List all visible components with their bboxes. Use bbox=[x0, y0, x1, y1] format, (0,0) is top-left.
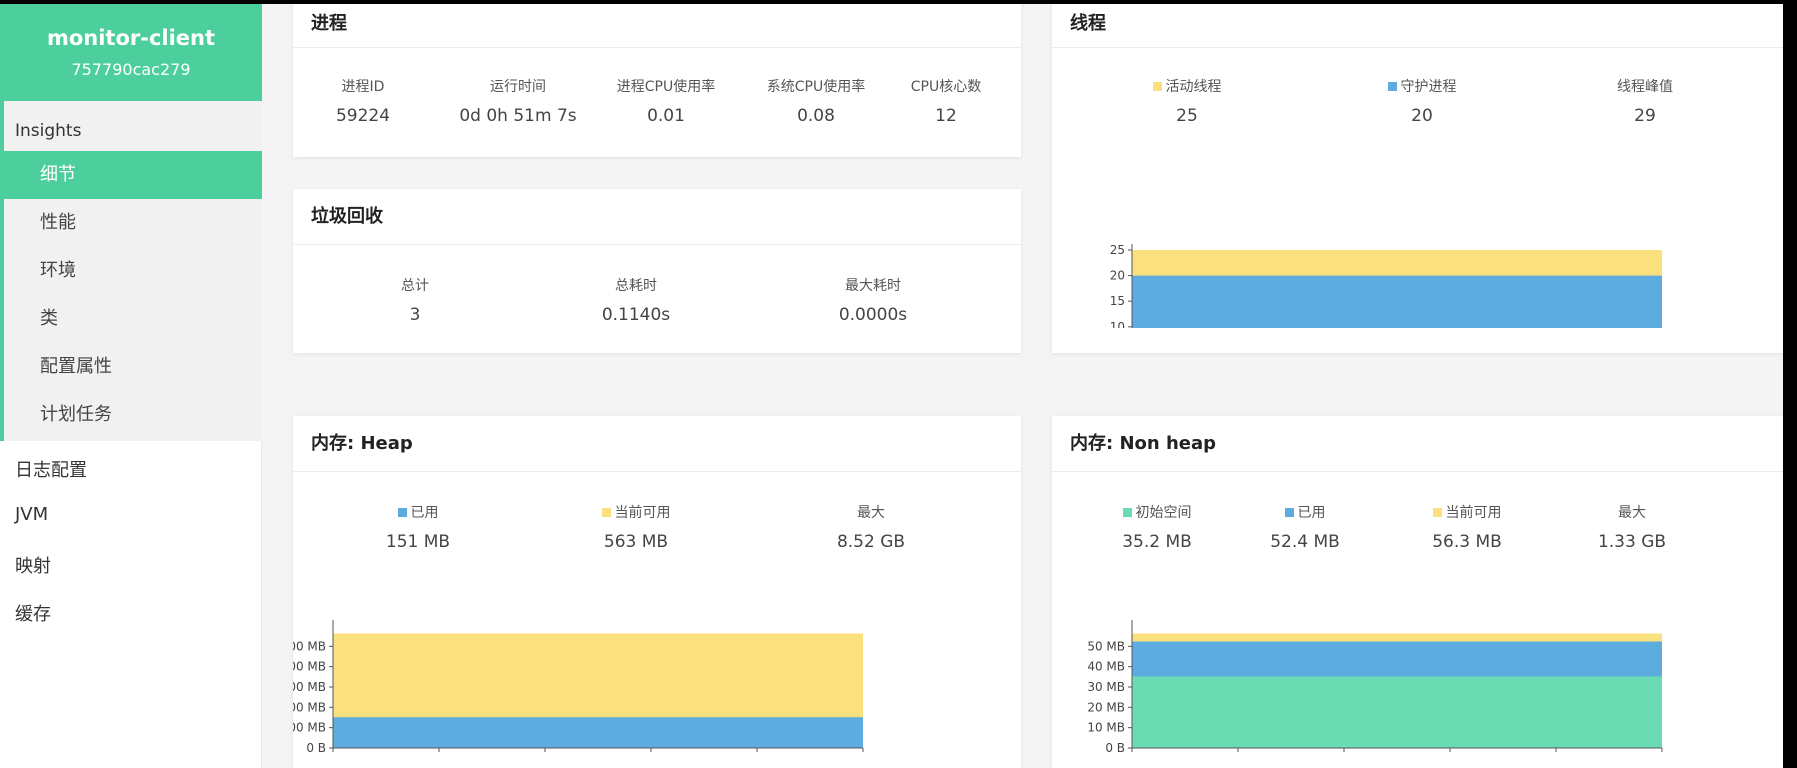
app-viewport: monitor-client 757790cac279 Insights 细节 … bbox=[0, 4, 1783, 768]
series-area bbox=[1132, 676, 1662, 748]
gc-card: 垃圾回收 总计 3 总耗时 0.1140s 最大耗时 0.0000s bbox=[293, 189, 1021, 353]
series-area bbox=[333, 717, 863, 748]
y-tick-label: 50 MB bbox=[1087, 639, 1125, 653]
legend-swatch bbox=[397, 507, 407, 517]
y-tick-label: 20 bbox=[1110, 269, 1125, 283]
stat-active-threads: 活动线程 25 bbox=[1127, 76, 1247, 126]
threads-chart: 051015202514:55:2414:55:2414:55:2514:55:… bbox=[1110, 243, 1662, 328]
series-area bbox=[1132, 275, 1662, 328]
stat-heap-committed: 当前可用 563 MB bbox=[576, 502, 696, 552]
stat-gc-total: 总计 3 bbox=[401, 278, 429, 325]
threads-card: 线程 活动线程 25 守护进程 20 线程峰值 29 051015202514:… bbox=[1052, 4, 1783, 353]
legend-swatch bbox=[1122, 507, 1132, 517]
stat-nonheap-max: 最大 1.33 GB bbox=[1597, 505, 1667, 552]
gc-title: 垃圾回收 bbox=[293, 189, 1021, 245]
insights-header[interactable]: Insights bbox=[15, 121, 81, 141]
sidebar-item-classes[interactable]: 类 bbox=[4, 295, 262, 343]
instance-id: 757790cac279 bbox=[71, 60, 191, 79]
y-tick-label: 0 B bbox=[306, 741, 326, 752]
nonheap-title: 内存: Non heap bbox=[1052, 416, 1783, 472]
sidebar-item-jvm[interactable]: JVM bbox=[15, 504, 48, 525]
sidebar-item-caches[interactable]: 缓存 bbox=[15, 600, 51, 626]
sidebar-item-config-props[interactable]: 配置属性 bbox=[4, 343, 262, 391]
nonheap-chart: 0 B10 MB20 MB30 MB40 MB50 MB14:55:2414:5… bbox=[1087, 620, 1663, 752]
stat-heap-used: 已用 151 MB bbox=[385, 505, 451, 552]
stat-gc-time: 总耗时 0.1140s bbox=[601, 278, 671, 325]
insights-section: Insights 细节 性能 环境 类 配置属性 计划任务 bbox=[0, 101, 262, 441]
sidebar: monitor-client 757790cac279 Insights 细节 … bbox=[0, 4, 262, 768]
y-tick-label: 15 bbox=[1110, 294, 1125, 308]
legend-swatch bbox=[1152, 81, 1162, 91]
stat-daemon-threads: 守护进程 20 bbox=[1362, 76, 1482, 126]
y-tick-label: 25 bbox=[1110, 243, 1125, 257]
stat-nonheap-committed: 当前可用 56.3 MB bbox=[1432, 505, 1502, 552]
nonheap-card: 内存: Non heap 初始空间 35.2 MB 已用 52.4 MB 当前可… bbox=[1052, 416, 1783, 768]
legend-swatch bbox=[1432, 507, 1442, 517]
y-tick-label: 100 MB bbox=[293, 721, 326, 735]
legend-swatch bbox=[601, 507, 611, 517]
y-tick-label: 500 MB bbox=[293, 639, 326, 653]
sidebar-item-logging[interactable]: 日志配置 bbox=[15, 456, 87, 482]
stat-heap-max: 最大 8.52 GB bbox=[836, 505, 906, 552]
heap-title: 内存: Heap bbox=[293, 416, 1021, 472]
y-tick-label: 300 MB bbox=[293, 680, 326, 694]
stat-nonheap-init: 初始空间 35.2 MB bbox=[1122, 505, 1192, 552]
y-tick-label: 30 MB bbox=[1087, 680, 1125, 694]
threads-title: 线程 bbox=[1052, 4, 1783, 48]
stat-nonheap-used: 已用 52.4 MB bbox=[1270, 505, 1340, 552]
sidebar-item-environment[interactable]: 环境 bbox=[4, 247, 262, 295]
heap-card: 内存: Heap 已用 151 MB 当前可用 563 MB 最大 8.52 G… bbox=[293, 416, 1021, 768]
y-tick-label: 0 B bbox=[1105, 741, 1125, 752]
stat-gc-max: 最大耗时 0.0000s bbox=[838, 278, 908, 325]
sidebar-item-scheduled-tasks[interactable]: 计划任务 bbox=[4, 391, 262, 439]
y-tick-label: 40 MB bbox=[1087, 660, 1125, 674]
stat-peak-threads: 线程峰值 29 bbox=[1617, 79, 1673, 126]
stat-process-id: 进程ID 59224 bbox=[335, 79, 391, 126]
y-tick-label: 20 MB bbox=[1087, 700, 1125, 714]
sidebar-item-performance[interactable]: 性能 bbox=[4, 199, 262, 247]
sidebar-item-details[interactable]: 细节 bbox=[4, 151, 262, 199]
y-tick-label: 10 MB bbox=[1087, 721, 1125, 735]
legend-swatch bbox=[1387, 81, 1397, 91]
app-name: monitor-client bbox=[46, 26, 216, 50]
y-tick-label: 10 bbox=[1110, 320, 1125, 328]
legend-swatch bbox=[1284, 507, 1294, 517]
heap-chart: 0 B100 MB200 MB300 MB400 MB500 MB14:55:2… bbox=[293, 620, 864, 752]
y-tick-label: 400 MB bbox=[293, 660, 326, 674]
stat-cpu-cores: CPU核心数 12 bbox=[910, 79, 982, 126]
stat-uptime: 运行时间 0d 0h 51m 7s bbox=[459, 79, 577, 126]
sidebar-item-mappings[interactable]: 映射 bbox=[15, 552, 51, 578]
y-tick-label: 200 MB bbox=[293, 700, 326, 714]
stat-system-cpu: 系统CPU使用率 0.08 bbox=[766, 79, 866, 126]
stat-process-cpu: 进程CPU使用率 0.01 bbox=[616, 79, 716, 126]
process-title: 进程 bbox=[293, 4, 1021, 48]
app-brand[interactable]: monitor-client 757790cac279 bbox=[0, 4, 262, 101]
process-card: 进程 进程ID 59224 运行时间 0d 0h 51m 7s 进程CPU使用率… bbox=[293, 4, 1021, 157]
